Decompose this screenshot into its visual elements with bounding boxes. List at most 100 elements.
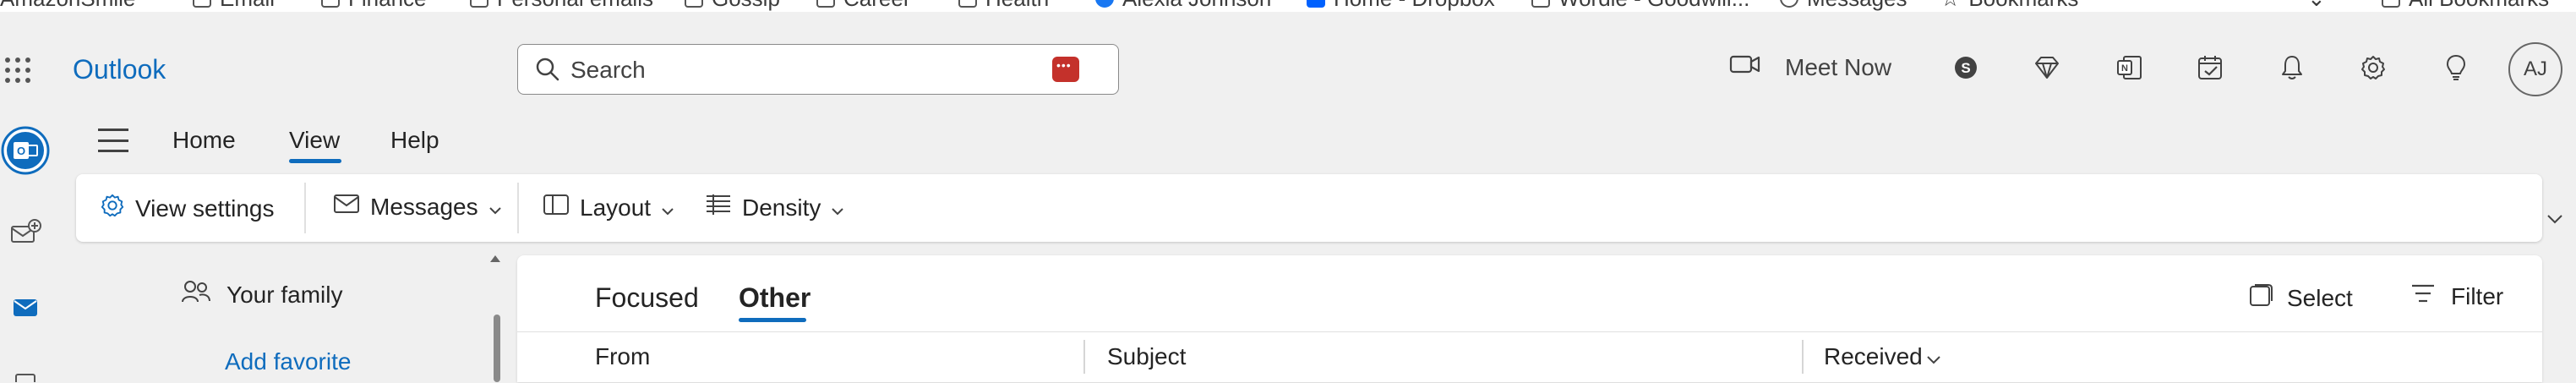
tab-focused[interactable]: Focused — [595, 282, 699, 314]
favorite-your-family[interactable]: Your family — [181, 279, 342, 310]
bookmark-bookmarks[interactable]: ☆ Bookmarks — [1940, 0, 2078, 12]
bookmark-label: Bookmarks — [1968, 0, 2078, 12]
chevron-down-icon — [661, 194, 674, 222]
star-icon: ☆ — [1940, 0, 1960, 12]
bookmark-personal-emails[interactable]: Personal emails — [470, 0, 653, 11]
bookmark-email[interactable]: Email — [193, 0, 275, 12]
bookmark-label: All Bookmarks — [2409, 0, 2549, 12]
app-name[interactable]: Outlook — [73, 54, 166, 85]
bookmark-gossip[interactable]: Gossip — [685, 0, 780, 12]
mail-icon[interactable] — [0, 296, 51, 320]
select-button[interactable]: Select — [2248, 282, 2353, 314]
chevron-down-icon — [488, 194, 502, 221]
bookmarks-bar: AmazonSmile Email Finance Personal email… — [0, 0, 2576, 12]
received-label: Received — [1824, 343, 1923, 369]
bookmark-label: AmazonSmile — [0, 0, 135, 12]
tab-help[interactable]: Help — [390, 127, 439, 154]
chevron-down-icon — [831, 194, 844, 222]
svg-text:S: S — [1961, 60, 1970, 76]
tab-home[interactable]: Home — [172, 127, 236, 154]
search-input[interactable]: Search — [570, 57, 646, 84]
bookmark-alexia-johnson[interactable]: Alexia Johnson — [1095, 0, 1271, 11]
bookmark-label: Health — [985, 0, 1049, 12]
folder-icon — [193, 0, 211, 8]
bookmark-label: Email — [220, 0, 275, 12]
checkbox-icon — [2248, 282, 2273, 314]
filter-label: Filter — [2451, 282, 2504, 309]
ribbon-expand-chevron-icon[interactable] — [2546, 213, 2564, 229]
column-header-received[interactable]: Received — [1824, 343, 1941, 370]
calendar-icon[interactable] — [0, 372, 51, 382]
meet-now-label: Meet Now — [1785, 53, 1892, 80]
premium-diamond-icon[interactable] — [2030, 51, 2064, 85]
bookmark-label: Wordle - Goodwill... — [1558, 0, 1749, 12]
skype-icon[interactable]: S — [1949, 51, 1983, 85]
lightbulb-icon[interactable] — [2439, 51, 2473, 85]
dropbox-icon — [1307, 0, 1325, 8]
layout-dropdown[interactable]: Layout — [543, 193, 674, 222]
bookmark-dropbox[interactable]: Home - Dropbox — [1307, 0, 1495, 12]
column-divider[interactable] — [1802, 340, 1804, 374]
view-settings-label: View settings — [135, 194, 275, 222]
folder-pane-scrollbar[interactable] — [494, 315, 500, 382]
bookmark-label: Messages — [1807, 0, 1907, 12]
scroll-up-arrow-icon[interactable] — [490, 255, 500, 262]
view-settings-button[interactable]: View settings — [100, 193, 274, 224]
ribbon-toolbar: View settings Messages Layout Density — [76, 174, 2542, 242]
people-icon — [181, 279, 211, 310]
app-launcher-icon[interactable] — [5, 57, 30, 83]
onenote-icon[interactable]: N — [2113, 51, 2147, 85]
messages-dropdown[interactable]: Messages — [333, 193, 502, 221]
folder-icon — [2382, 0, 2400, 8]
tab-other[interactable]: Other — [739, 282, 810, 314]
layout-panel-icon — [543, 193, 570, 222]
filter-button[interactable]: Filter — [2410, 282, 2503, 310]
filter-icon — [2410, 282, 2436, 310]
column-divider[interactable] — [1083, 340, 1085, 374]
bookmark-health[interactable]: Health — [958, 0, 1049, 12]
todo-icon[interactable] — [2194, 51, 2228, 85]
messages-icon — [1780, 0, 1798, 8]
new-mail-icon[interactable] — [0, 218, 51, 247]
record-icon[interactable] — [1052, 57, 1079, 82]
bookmark-label: Finance — [348, 0, 427, 12]
column-header-subject[interactable]: Subject — [1107, 343, 1186, 370]
video-camera-icon — [1729, 52, 1761, 82]
search-icon — [535, 57, 560, 86]
add-favorite-link[interactable]: Add favorite — [225, 348, 351, 375]
bookmark-finance[interactable]: Finance — [321, 0, 427, 12]
bookmark-amazonsmile[interactable]: AmazonSmile — [0, 0, 135, 12]
wordle-icon — [1531, 0, 1550, 8]
folder-icon — [816, 0, 835, 8]
bookmark-messages[interactable]: Messages — [1780, 0, 1907, 12]
bookmark-wordle[interactable]: Wordle - Goodwill... — [1531, 0, 1749, 12]
gear-icon — [100, 193, 125, 224]
density-lines-icon — [705, 193, 732, 222]
ribbon-divider — [517, 183, 519, 233]
tab-view[interactable]: View — [289, 127, 340, 154]
outlook-mail-app-icon[interactable]: O — [0, 123, 51, 178]
layout-label: Layout — [580, 194, 652, 221]
gear-icon[interactable] — [2356, 51, 2390, 85]
chevron-down-icon: ⌄ — [2307, 0, 2326, 12]
hamburger-menu-icon[interactable] — [98, 129, 128, 152]
column-header-from[interactable]: From — [595, 343, 650, 370]
avatar[interactable]: AJ — [2508, 42, 2562, 96]
column-header-row — [517, 331, 2542, 383]
folder-icon — [958, 0, 977, 8]
bell-icon[interactable] — [2275, 51, 2309, 85]
bookmark-label: Home - Dropbox — [1334, 0, 1495, 12]
select-label: Select — [2287, 284, 2353, 311]
density-dropdown[interactable]: Density — [705, 193, 844, 222]
bookmark-label: Gossip — [712, 0, 780, 12]
bookmark-all-bookmarks[interactable]: All Bookmarks — [2382, 0, 2549, 12]
active-tab-indicator — [289, 159, 341, 163]
meet-now-button[interactable]: Meet Now — [1729, 52, 1891, 82]
bookmark-career[interactable]: Career — [816, 0, 910, 11]
ribbon-divider — [304, 183, 306, 233]
folder-icon — [470, 0, 488, 8]
svg-text:O: O — [17, 145, 25, 157]
search-box[interactable]: Search — [517, 44, 1119, 95]
density-label: Density — [742, 194, 821, 221]
bookmarks-overflow-chevron[interactable]: ⌄ — [2307, 0, 2326, 12]
